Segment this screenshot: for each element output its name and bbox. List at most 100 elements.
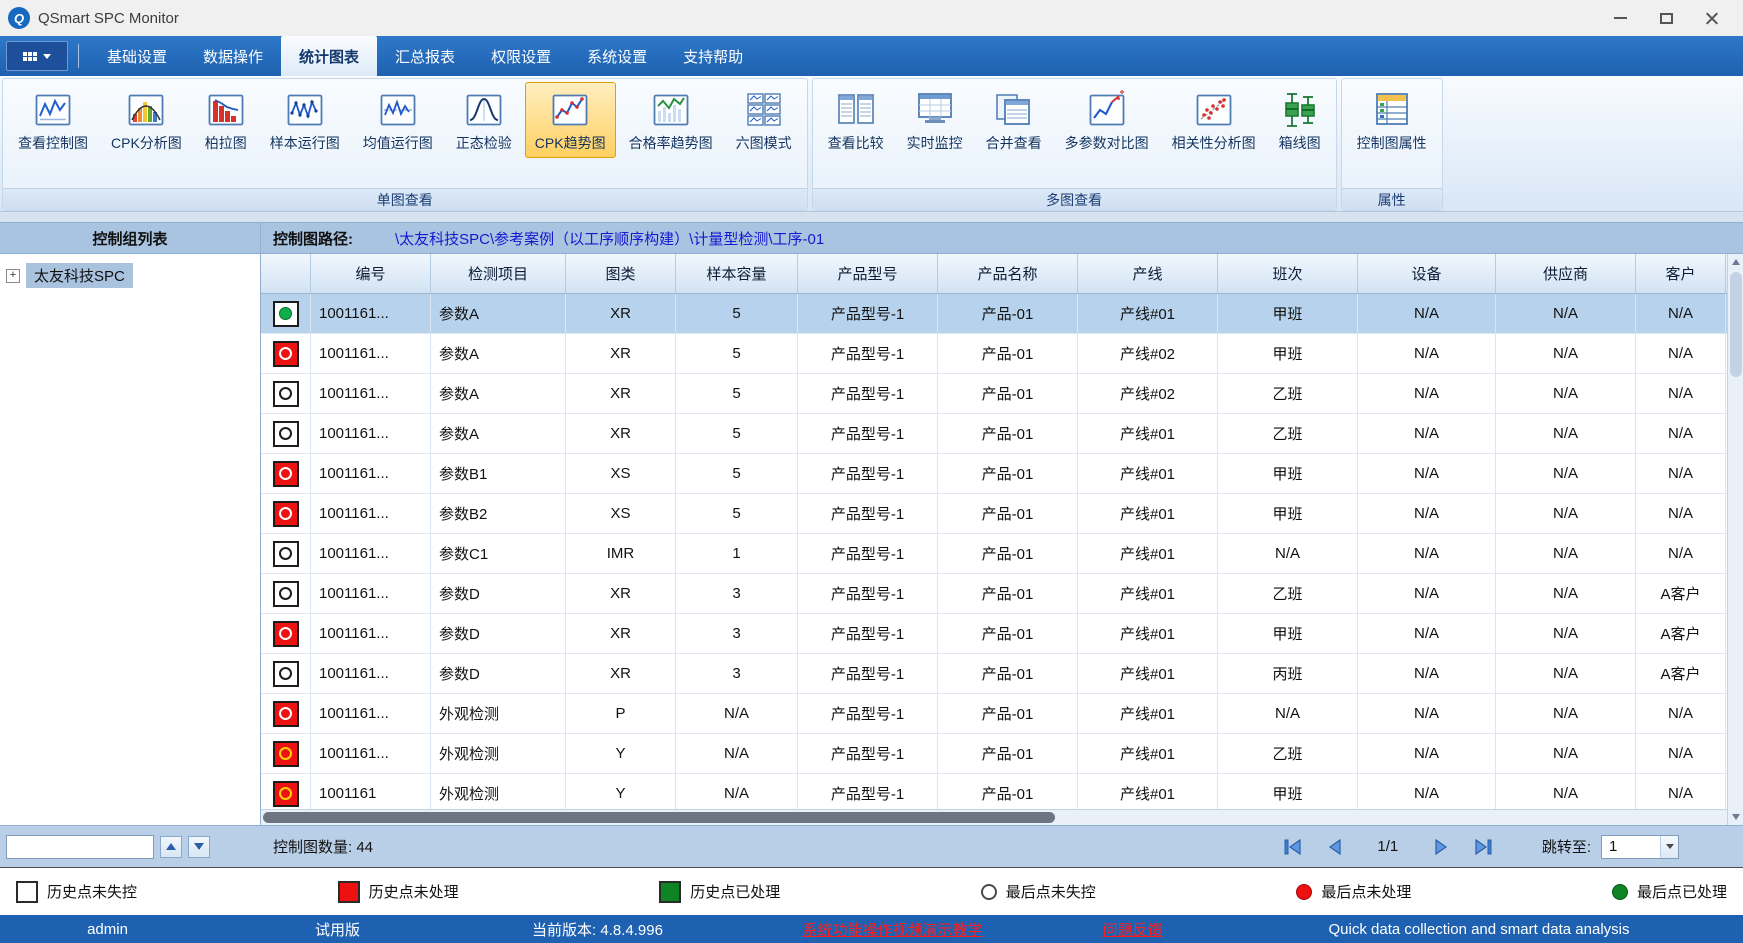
view-control-chart-button[interactable]: 查看控制图	[8, 82, 98, 158]
app-menu-button[interactable]	[6, 41, 68, 71]
table-cell: N/A	[1636, 294, 1726, 333]
table-row[interactable]: 1001161...参数C1IMR1产品型号-1产品-01产线#01N/AN/A…	[261, 534, 1727, 574]
video-tutorial-link[interactable]: 系统功能操作视频演示教学	[735, 919, 1050, 940]
tab-summary-reports[interactable]: 汇总报表	[377, 36, 473, 76]
search-up-button[interactable]	[160, 836, 182, 858]
legend-label: 历史点未失控	[47, 881, 137, 902]
table-cell: 产线#01	[1078, 534, 1218, 573]
tab-basic-settings[interactable]: 基础设置	[89, 36, 185, 76]
last-page-icon	[1472, 837, 1494, 857]
status-circle-icon	[279, 347, 292, 360]
table-cell: 3	[676, 654, 798, 693]
horizontal-scrollbar-thumb[interactable]	[263, 812, 1055, 823]
scroll-up-icon[interactable]	[1728, 254, 1743, 270]
realtime-monitor-button[interactable]: 实时监控	[897, 82, 973, 158]
pass-rate-trend-chart-button[interactable]: 合格率趋势图	[619, 82, 723, 158]
column-header[interactable]: 产品名称	[938, 254, 1078, 293]
tree-search-input[interactable]	[6, 835, 154, 859]
table-cell: 产线#01	[1078, 614, 1218, 653]
tab-statistics-charts[interactable]: 统计图表	[281, 36, 377, 76]
table-row[interactable]: 1001161...外观检测YN/A产品型号-1产品-01产线#01乙班N/AN…	[261, 734, 1727, 774]
box-plot-button[interactable]: 箱线图	[1269, 82, 1331, 158]
row-status-cell	[261, 774, 311, 809]
close-icon	[1705, 11, 1719, 25]
merged-view-button[interactable]: 合并查看	[976, 82, 1052, 158]
table-row[interactable]: 1001161...参数AXR5产品型号-1产品-01产线#01乙班N/AN/A…	[261, 414, 1727, 454]
table-row[interactable]: 1001161...外观检测PN/A产品型号-1产品-01产线#01N/AN/A…	[261, 694, 1727, 734]
tab-permission-settings[interactable]: 权限设置	[473, 36, 569, 76]
horizontal-scrollbar[interactable]	[261, 809, 1727, 825]
table-cell: XR	[566, 374, 676, 413]
chevron-down-icon	[1666, 844, 1674, 849]
legend-label: 最后点未失控	[1006, 881, 1096, 902]
ribbon-button-label: 实时监控	[907, 133, 963, 153]
chart-path-value: \太友科技SPC\参考案例（以工序顺序构建）\计量型检测\工序-01	[395, 228, 824, 249]
legend-item: 最后点已处理	[1612, 881, 1727, 902]
column-header[interactable]: 设备	[1358, 254, 1496, 293]
tab-support-help[interactable]: 支持帮助	[665, 36, 761, 76]
prev-page-button[interactable]	[1320, 834, 1350, 860]
sample-run-chart-button[interactable]: 样本运行图	[260, 82, 350, 158]
cpk-trend-chart-button[interactable]: CPK趋势图	[525, 82, 616, 158]
column-header[interactable]: 供应商	[1496, 254, 1636, 293]
column-header[interactable]: 班次	[1218, 254, 1358, 293]
search-down-button[interactable]	[188, 836, 210, 858]
vertical-scrollbar[interactable]	[1727, 254, 1743, 825]
control-chart-properties-button[interactable]: 控制图属性	[1347, 82, 1437, 158]
tab-data-operations[interactable]: 数据操作	[185, 36, 281, 76]
table-row[interactable]: 1001161...参数B1XS5产品型号-1产品-01产线#01甲班N/AN/…	[261, 454, 1727, 494]
table-cell: N/A	[1358, 694, 1496, 733]
column-header[interactable]: 产线	[1078, 254, 1218, 293]
table-row[interactable]: 1001161...参数DXR3产品型号-1产品-01产线#01丙班N/AN/A…	[261, 654, 1727, 694]
last-page-button[interactable]	[1468, 834, 1498, 860]
cpk-trend-icon	[549, 89, 591, 131]
next-page-button[interactable]	[1426, 834, 1456, 860]
table-cell: 乙班	[1218, 734, 1358, 773]
first-page-button[interactable]	[1278, 834, 1308, 860]
table-row[interactable]: 1001161...参数AXR5产品型号-1产品-01产线#01甲班N/AN/A…	[261, 294, 1727, 334]
vertical-scrollbar-thumb[interactable]	[1730, 272, 1742, 377]
view-compare-button[interactable]: 查看比较	[818, 82, 894, 158]
table-row[interactable]: 1001161...参数DXR3产品型号-1产品-01产线#01甲班N/AN/A…	[261, 614, 1727, 654]
minimize-button[interactable]	[1597, 3, 1643, 33]
table-row[interactable]: 1001161外观检测YN/A产品型号-1产品-01产线#01甲班N/AN/AN…	[261, 774, 1727, 809]
tree-item-label[interactable]: 太友科技SPC	[26, 263, 133, 288]
row-status-cell	[261, 654, 311, 693]
normality-test-button[interactable]: 正态检验	[446, 82, 522, 158]
dropdown-button[interactable]	[1660, 836, 1678, 858]
multi-parameter-compare-chart-button[interactable]: 多参数对比图	[1055, 82, 1159, 158]
status-circle-icon	[279, 787, 292, 800]
table-cell: 产品型号-1	[798, 614, 938, 653]
feedback-link[interactable]: 问题反馈	[1050, 919, 1215, 940]
correlation-analysis-chart-button[interactable]: 相关性分析图	[1162, 82, 1266, 158]
status-column-header[interactable]	[261, 254, 311, 293]
minimize-icon	[1614, 17, 1627, 19]
table-row[interactable]: 1001161...参数AXR5产品型号-1产品-01产线#02乙班N/AN/A…	[261, 374, 1727, 414]
table-cell: N/A	[1496, 454, 1636, 493]
tree-item-root[interactable]: + 太友科技SPC	[0, 263, 260, 288]
table-cell: 1001161...	[311, 574, 431, 613]
cpk-analysis-chart-button[interactable]: CPK分析图	[101, 82, 192, 158]
six-chart-mode-button[interactable]: 六图模式	[726, 82, 802, 158]
row-status-cell	[261, 494, 311, 533]
expand-icon[interactable]: +	[6, 269, 20, 283]
pareto-chart-button[interactable]: 柏拉图	[195, 82, 257, 158]
column-header[interactable]: 检测项目	[431, 254, 566, 293]
tab-system-settings[interactable]: 系统设置	[569, 36, 665, 76]
column-header[interactable]: 产品型号	[798, 254, 938, 293]
mean-run-chart-button[interactable]: 均值运行图	[353, 82, 443, 158]
column-header[interactable]: 编号	[311, 254, 431, 293]
jump-page-select[interactable]: 1	[1601, 835, 1679, 859]
close-button[interactable]	[1689, 3, 1735, 33]
column-header[interactable]: 图类	[566, 254, 676, 293]
column-header[interactable]: 客户	[1636, 254, 1726, 293]
table-row[interactable]: 1001161...参数DXR3产品型号-1产品-01产线#01乙班N/AN/A…	[261, 574, 1727, 614]
scroll-down-icon[interactable]	[1728, 809, 1743, 825]
ribbon-button-label: 柏拉图	[205, 133, 247, 153]
table-row[interactable]: 1001161...参数B2XS5产品型号-1产品-01产线#01甲班N/AN/…	[261, 494, 1727, 534]
table-row[interactable]: 1001161...参数AXR5产品型号-1产品-01产线#02甲班N/AN/A…	[261, 334, 1727, 374]
row-status-cell	[261, 614, 311, 653]
column-header[interactable]: 样本容量	[676, 254, 798, 293]
maximize-button[interactable]	[1643, 3, 1689, 33]
prev-page-icon	[1324, 837, 1346, 857]
